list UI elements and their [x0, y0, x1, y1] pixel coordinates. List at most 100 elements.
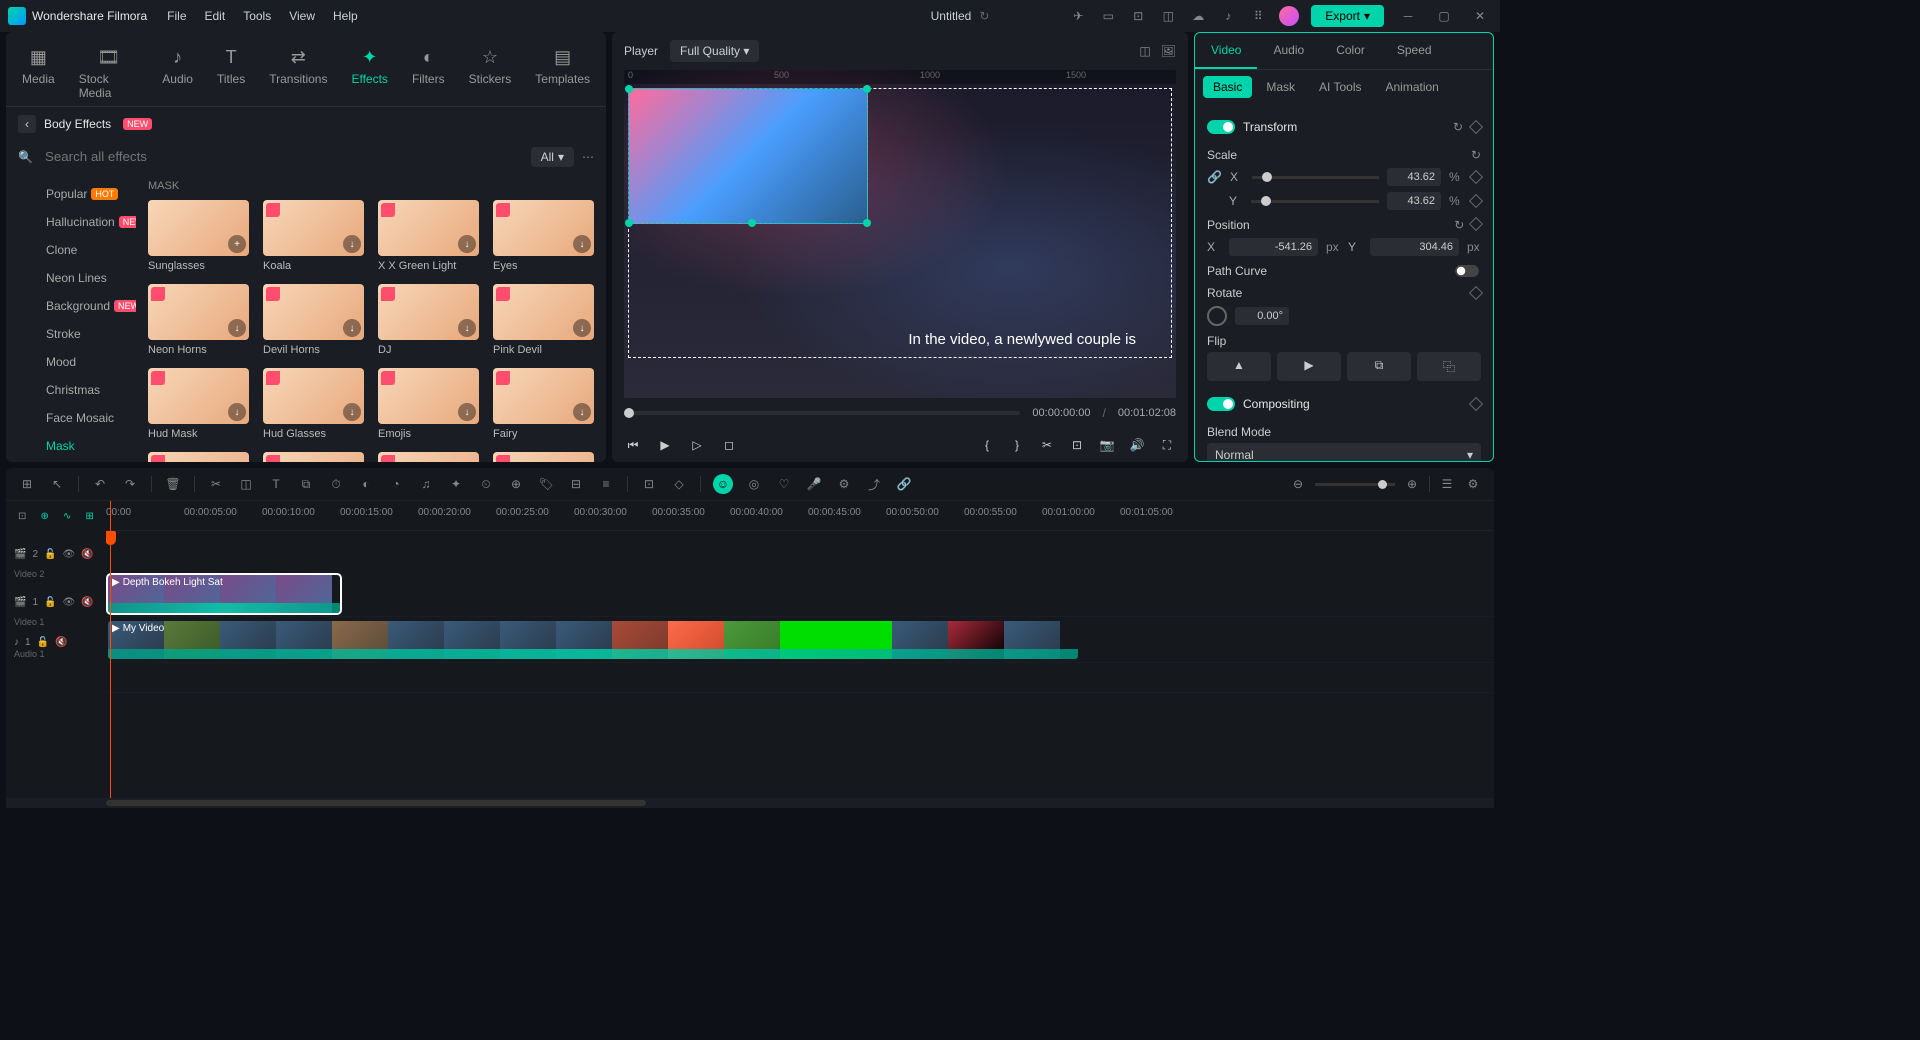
- keyframe-icon[interactable]: [1469, 397, 1483, 411]
- category-hallucination[interactable]: HallucinationNEW: [6, 208, 136, 236]
- inspector-subtab-animation[interactable]: Animation: [1375, 76, 1448, 98]
- search-input[interactable]: [41, 145, 523, 168]
- compositing-toggle[interactable]: [1207, 397, 1235, 411]
- menu-view[interactable]: View: [289, 9, 315, 23]
- download-icon[interactable]: ↓: [228, 403, 246, 421]
- select-tool-icon[interactable]: ↖: [48, 475, 66, 493]
- play-range-button[interactable]: ▷: [688, 436, 706, 454]
- send-icon[interactable]: ✈: [1069, 7, 1087, 25]
- tab-media[interactable]: ▦Media: [22, 40, 55, 106]
- pos-y-input[interactable]: 304.46: [1370, 238, 1459, 256]
- mute-icon[interactable]: 🔇: [55, 637, 67, 648]
- timer-icon[interactable]: ⏲: [477, 475, 495, 493]
- back-button[interactable]: ‹: [18, 115, 36, 133]
- flip-v-button[interactable]: ▶: [1277, 352, 1341, 381]
- category-face-mosaic[interactable]: Face Mosaic: [6, 404, 136, 432]
- category-popular[interactable]: PopularHOT: [6, 180, 136, 208]
- timeline-ruler[interactable]: 00:0000:00:05:0000:00:10:0000:00:15:0000…: [106, 501, 1494, 531]
- download-icon[interactable]: ↓: [573, 235, 591, 253]
- zoom-in-button[interactable]: ⊕: [1403, 475, 1421, 493]
- text-icon[interactable]: T: [267, 475, 285, 493]
- maximize-button[interactable]: ▢: [1432, 4, 1456, 28]
- audio-icon[interactable]: ♫: [417, 475, 435, 493]
- inspector-tab-audio[interactable]: Audio: [1257, 33, 1320, 69]
- download-icon[interactable]: ↓: [343, 319, 361, 337]
- mute-icon[interactable]: 🔇: [81, 549, 93, 560]
- keyframe-icon[interactable]: [1469, 170, 1483, 184]
- path-curve-toggle[interactable]: [1455, 265, 1479, 277]
- tab-stickers[interactable]: ☆Stickers: [469, 40, 512, 106]
- eye-icon[interactable]: 👁: [62, 597, 75, 608]
- close-button[interactable]: ✕: [1468, 4, 1492, 28]
- cloud-icon[interactable]: ☁: [1189, 7, 1207, 25]
- reset-scale-icon[interactable]: ↻: [1471, 148, 1481, 162]
- marker-icon[interactable]: ◇: [670, 475, 688, 493]
- category-background[interactable]: BackgroundNEW: [6, 292, 136, 320]
- flip-copy-button[interactable]: ⧉: [1347, 352, 1411, 381]
- download-icon[interactable]: ↓: [458, 403, 476, 421]
- minimize-button[interactable]: ─: [1396, 4, 1420, 28]
- camera-icon[interactable]: 📷: [1098, 436, 1116, 454]
- mic-icon[interactable]: 🎤: [805, 475, 823, 493]
- play-button[interactable]: ▶: [656, 436, 674, 454]
- expand-icon[interactable]: ⊕: [507, 475, 525, 493]
- magnet-icon[interactable]: ⊞: [18, 475, 36, 493]
- tab-audio[interactable]: ♪Audio: [162, 40, 193, 106]
- cut-icon[interactable]: ✂: [207, 475, 225, 493]
- eye-icon[interactable]: 👁: [62, 549, 75, 560]
- timeline-scrollbar[interactable]: [6, 798, 1494, 808]
- category-mask[interactable]: Mask: [6, 432, 136, 460]
- layers-icon[interactable]: ≡: [597, 475, 615, 493]
- scale-x-slider[interactable]: [1252, 176, 1379, 179]
- blend-dropdown[interactable]: Normal▾: [1207, 443, 1481, 461]
- inspector-tab-color[interactable]: Color: [1320, 33, 1381, 69]
- category-stroke[interactable]: Stroke: [6, 320, 136, 348]
- filter-all-button[interactable]: All ▾: [531, 147, 574, 167]
- effect-thumb[interactable]: ↓X X Green Light: [378, 200, 479, 272]
- menu-edit[interactable]: Edit: [205, 9, 226, 23]
- track-link-icon[interactable]: ⊕: [37, 507, 54, 525]
- stop-button[interactable]: ◻: [720, 436, 738, 454]
- effect-thumb[interactable]: ↓Hud Mask: [148, 368, 249, 440]
- tag-icon[interactable]: 🏷: [537, 475, 555, 493]
- effect-thumb[interactable]: ↓Hud Glasses: [263, 368, 364, 440]
- menu-tools[interactable]: Tools: [243, 9, 271, 23]
- inspector-subtab-mask[interactable]: Mask: [1256, 76, 1305, 98]
- color-icon[interactable]: ◐: [357, 475, 375, 493]
- list-view-icon[interactable]: ☰: [1438, 475, 1456, 493]
- keyframe-icon[interactable]: [1469, 194, 1483, 208]
- menu-help[interactable]: Help: [333, 9, 358, 23]
- link-icon[interactable]: 🔗: [1207, 170, 1222, 184]
- record-icon[interactable]: ⊡: [640, 475, 658, 493]
- category-mood[interactable]: Mood: [6, 348, 136, 376]
- message-icon[interactable]: ▭: [1099, 7, 1117, 25]
- transform-toggle[interactable]: [1207, 120, 1235, 134]
- redo-button[interactable]: ↷: [121, 475, 139, 493]
- ai-smiley-icon[interactable]: ☺: [713, 474, 733, 494]
- snapshot-icon[interactable]: 🖼: [1161, 44, 1176, 58]
- prev-frame-button[interactable]: ⏮: [624, 436, 642, 454]
- mark-out-icon[interactable]: }: [1008, 436, 1026, 454]
- progress-slider[interactable]: [624, 411, 1020, 415]
- effect-thumb[interactable]: ↓WooHoo: [263, 452, 364, 462]
- effect-thumb[interactable]: ↓Gentleman: [493, 452, 594, 462]
- export-button[interactable]: Export ▾: [1311, 5, 1384, 27]
- lock-icon[interactable]: 🔓: [44, 549, 56, 560]
- target-icon[interactable]: ◎: [745, 475, 763, 493]
- crop-icon[interactable]: ✂: [1038, 436, 1056, 454]
- inspector-tab-video[interactable]: Video: [1195, 33, 1257, 69]
- tab-transitions[interactable]: ⇄Transitions: [269, 40, 327, 106]
- inspector-subtab-ai-tools[interactable]: AI Tools: [1309, 76, 1371, 98]
- effect-thumb[interactable]: ↓Devil Horns: [263, 284, 364, 356]
- download-icon[interactable]: ↓: [343, 235, 361, 253]
- scale-y-slider[interactable]: [1251, 200, 1379, 203]
- rotate-dial[interactable]: [1207, 306, 1227, 326]
- download-icon[interactable]: ↓: [228, 319, 246, 337]
- keyframe-icon[interactable]: [1469, 120, 1483, 134]
- avatar-icon[interactable]: [1279, 6, 1299, 26]
- scale-x-input[interactable]: 43.62: [1387, 168, 1441, 186]
- copy-icon[interactable]: ⧉: [297, 475, 315, 493]
- effect-thumb[interactable]: ↓DJ: [378, 284, 479, 356]
- pip-clip-frame[interactable]: [628, 88, 868, 224]
- track-video1[interactable]: ▶My Video: [106, 617, 1494, 663]
